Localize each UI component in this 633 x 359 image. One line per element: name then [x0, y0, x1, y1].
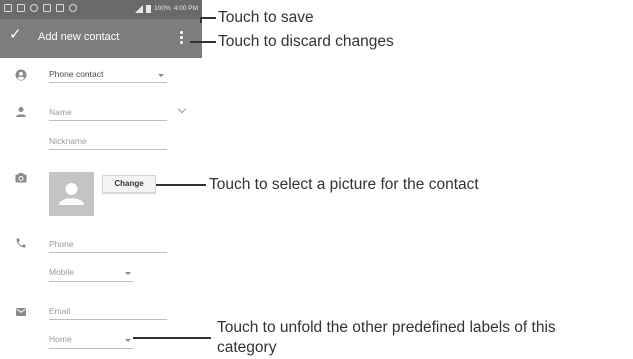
- email-type-value[interactable]: Home: [49, 334, 72, 344]
- email-field[interactable]: Email: [49, 306, 70, 316]
- notification-icons: [4, 4, 77, 12]
- callout-discard: Touch to discard changes: [218, 33, 394, 50]
- phone-screen: 100% 4:00 PM ✓ Add new contact Phone con…: [0, 0, 202, 359]
- notification-icon: [17, 4, 25, 12]
- nickname-underline: [49, 149, 167, 150]
- phone-underline: [49, 252, 167, 253]
- email-type-caret[interactable]: [125, 339, 131, 342]
- account-type-value[interactable]: Phone contact: [49, 69, 103, 79]
- callout-labels-line2: category: [217, 339, 277, 356]
- mail-icon: [16, 308, 26, 316]
- page-title: Add new contact: [38, 31, 120, 43]
- phone-icon: [16, 238, 26, 248]
- battery-icon: [146, 5, 152, 13]
- battery-level: 100%: [154, 5, 171, 12]
- chevron-down-icon[interactable]: [177, 104, 187, 114]
- callout-labels-line: [133, 337, 211, 339]
- callout-labels-line1: Touch to unfold the other predefined lab…: [217, 319, 556, 336]
- status-indicators: 100% 4:00 PM: [135, 4, 198, 14]
- phone-type-caret[interactable]: [125, 272, 131, 275]
- person-icon: [16, 107, 26, 117]
- callout-save: Touch to save: [218, 9, 314, 26]
- app-bar: ✓ Add new contact: [0, 19, 202, 58]
- account-circle-icon: [15, 69, 27, 81]
- callout-save-line: [200, 17, 216, 19]
- notification-icon: [4, 4, 12, 12]
- notification-icon: [56, 4, 64, 12]
- phone-field[interactable]: Phone: [49, 239, 74, 249]
- email-underline: [49, 319, 167, 320]
- name-underline: [49, 120, 167, 121]
- callout-picture: Touch to select a picture for the contac…: [209, 176, 479, 193]
- notification-icon: [69, 4, 77, 12]
- name-field[interactable]: Name: [49, 107, 72, 117]
- person-placeholder-icon: [59, 183, 84, 205]
- camera-icon: [15, 173, 27, 183]
- status-time: 4:00 PM: [173, 5, 198, 12]
- nickname-field[interactable]: Nickname: [49, 136, 87, 146]
- callout-picture-line: [156, 184, 206, 186]
- signal-icon: [135, 5, 144, 13]
- email-type-underline: [49, 348, 133, 349]
- contact-photo[interactable]: [49, 172, 94, 216]
- account-dropdown-caret[interactable]: [158, 74, 164, 77]
- phone-type-value[interactable]: Mobile: [49, 267, 74, 277]
- status-bar: 100% 4:00 PM: [0, 0, 202, 19]
- check-icon[interactable]: ✓: [9, 25, 22, 45]
- change-photo-button[interactable]: Change: [102, 175, 156, 193]
- account-underline: [49, 82, 167, 83]
- more-vert-icon[interactable]: [176, 31, 186, 45]
- callout-save-drop: [200, 17, 202, 23]
- usb-icon: [43, 4, 51, 12]
- callout-discard-line: [190, 41, 216, 43]
- phone-type-underline: [49, 281, 133, 282]
- notification-icon: [30, 4, 38, 12]
